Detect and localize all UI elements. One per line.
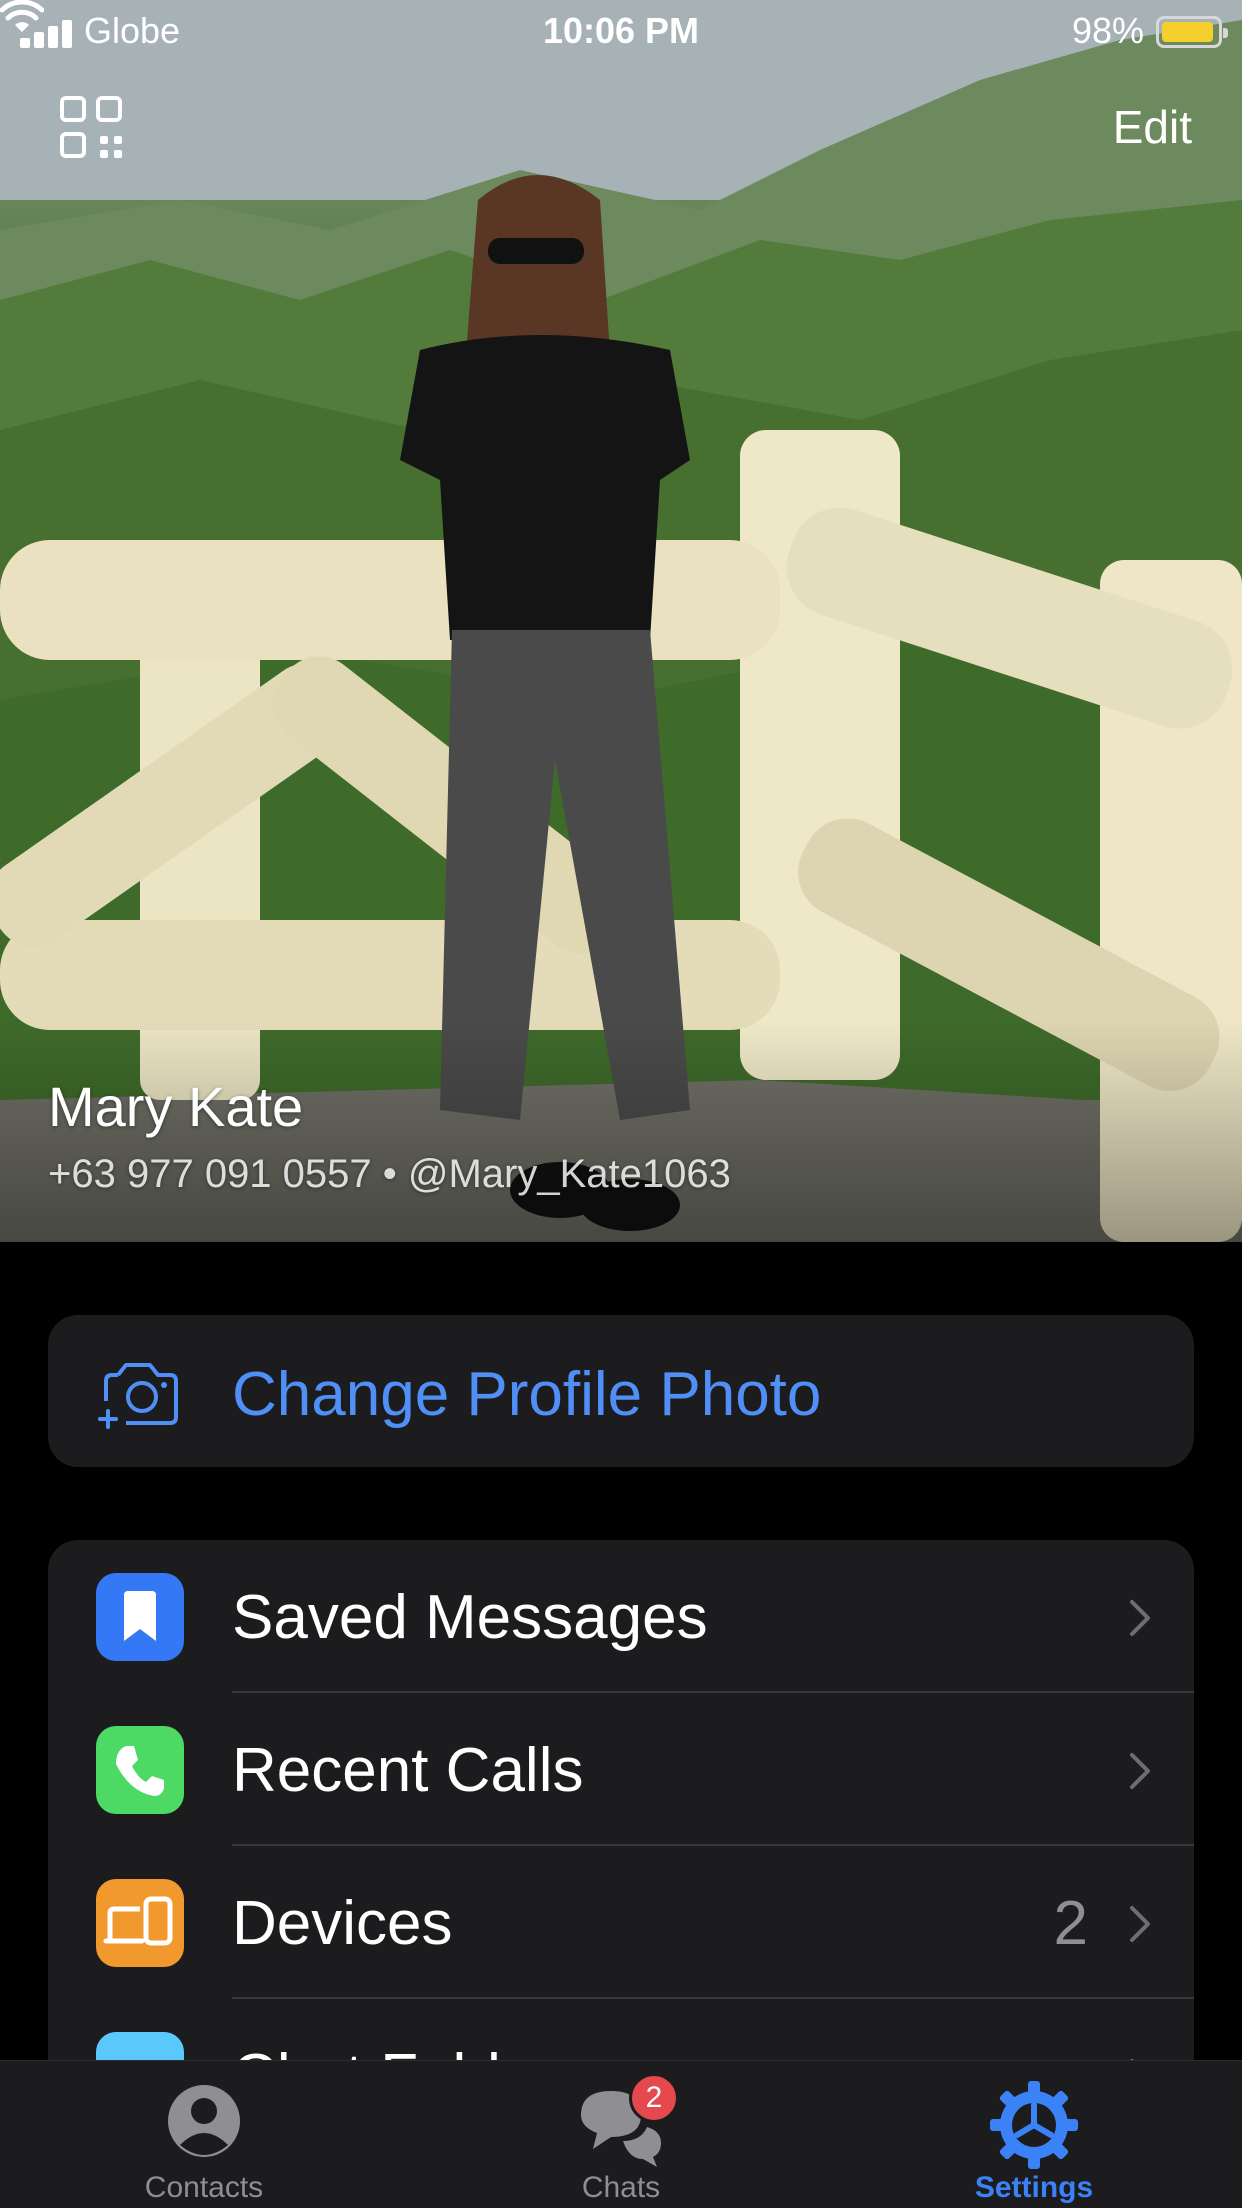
tab-label: Contacts (144, 2171, 264, 2204)
profile-photo[interactable]: Globe 10:06 PM 98% Edit Mary Kate +63 97… (0, 0, 1242, 1242)
menu-item-label: Recent Calls (232, 1736, 584, 1805)
chevron-right-icon (1130, 1906, 1150, 1942)
gear-icon (990, 2081, 1078, 2169)
tab-label: Chats (581, 2171, 661, 2204)
menu-item-label: Saved Messages (232, 1583, 708, 1652)
tab-label: Settings (974, 2171, 1094, 2204)
chevron-right-icon (1130, 1753, 1150, 1789)
edit-button[interactable]: Edit (1113, 100, 1192, 154)
battery-icon (1156, 16, 1228, 48)
camera-add-icon (98, 1363, 178, 1429)
tab-bar: Contacts 2 Chats Settings (0, 2060, 1242, 2208)
bookmark-icon (96, 1573, 184, 1661)
tab-contacts[interactable]: Contacts (54, 2061, 354, 2208)
menu-item-recent-calls[interactable]: Recent Calls (48, 1693, 1194, 1846)
status-time: 10:06 PM (542, 10, 700, 51)
devices-icon (96, 1879, 184, 1967)
chevron-right-icon (1130, 1600, 1150, 1636)
person-circle-icon (168, 2085, 240, 2157)
status-bar: Globe 10:06 PM 98% (0, 0, 1242, 62)
change-profile-photo-button[interactable]: Change Profile Photo (48, 1315, 1194, 1467)
qr-code-icon[interactable] (60, 96, 124, 160)
devices-count: 2 (1053, 1889, 1088, 1958)
menu-item-saved-messages[interactable]: Saved Messages (48, 1540, 1194, 1693)
battery-percentage: 98% (1071, 10, 1144, 51)
profile-phone-username: +63 977 091 0557 • @Mary_Kate1063 (48, 1152, 731, 1196)
profile-name: Mary Kate (48, 1075, 304, 1138)
tab-chats[interactable]: 2 Chats (471, 2061, 771, 2208)
change-profile-photo-label: Change Profile Photo (232, 1360, 822, 1429)
menu-item-devices[interactable]: Devices 2 (48, 1846, 1194, 1999)
tab-settings[interactable]: Settings (884, 2061, 1184, 2208)
scenery-illustration (0, 0, 1242, 1242)
unread-badge: 2 (629, 2073, 679, 2123)
menu-item-label: Devices (232, 1889, 453, 1958)
phone-icon (96, 1726, 184, 1814)
